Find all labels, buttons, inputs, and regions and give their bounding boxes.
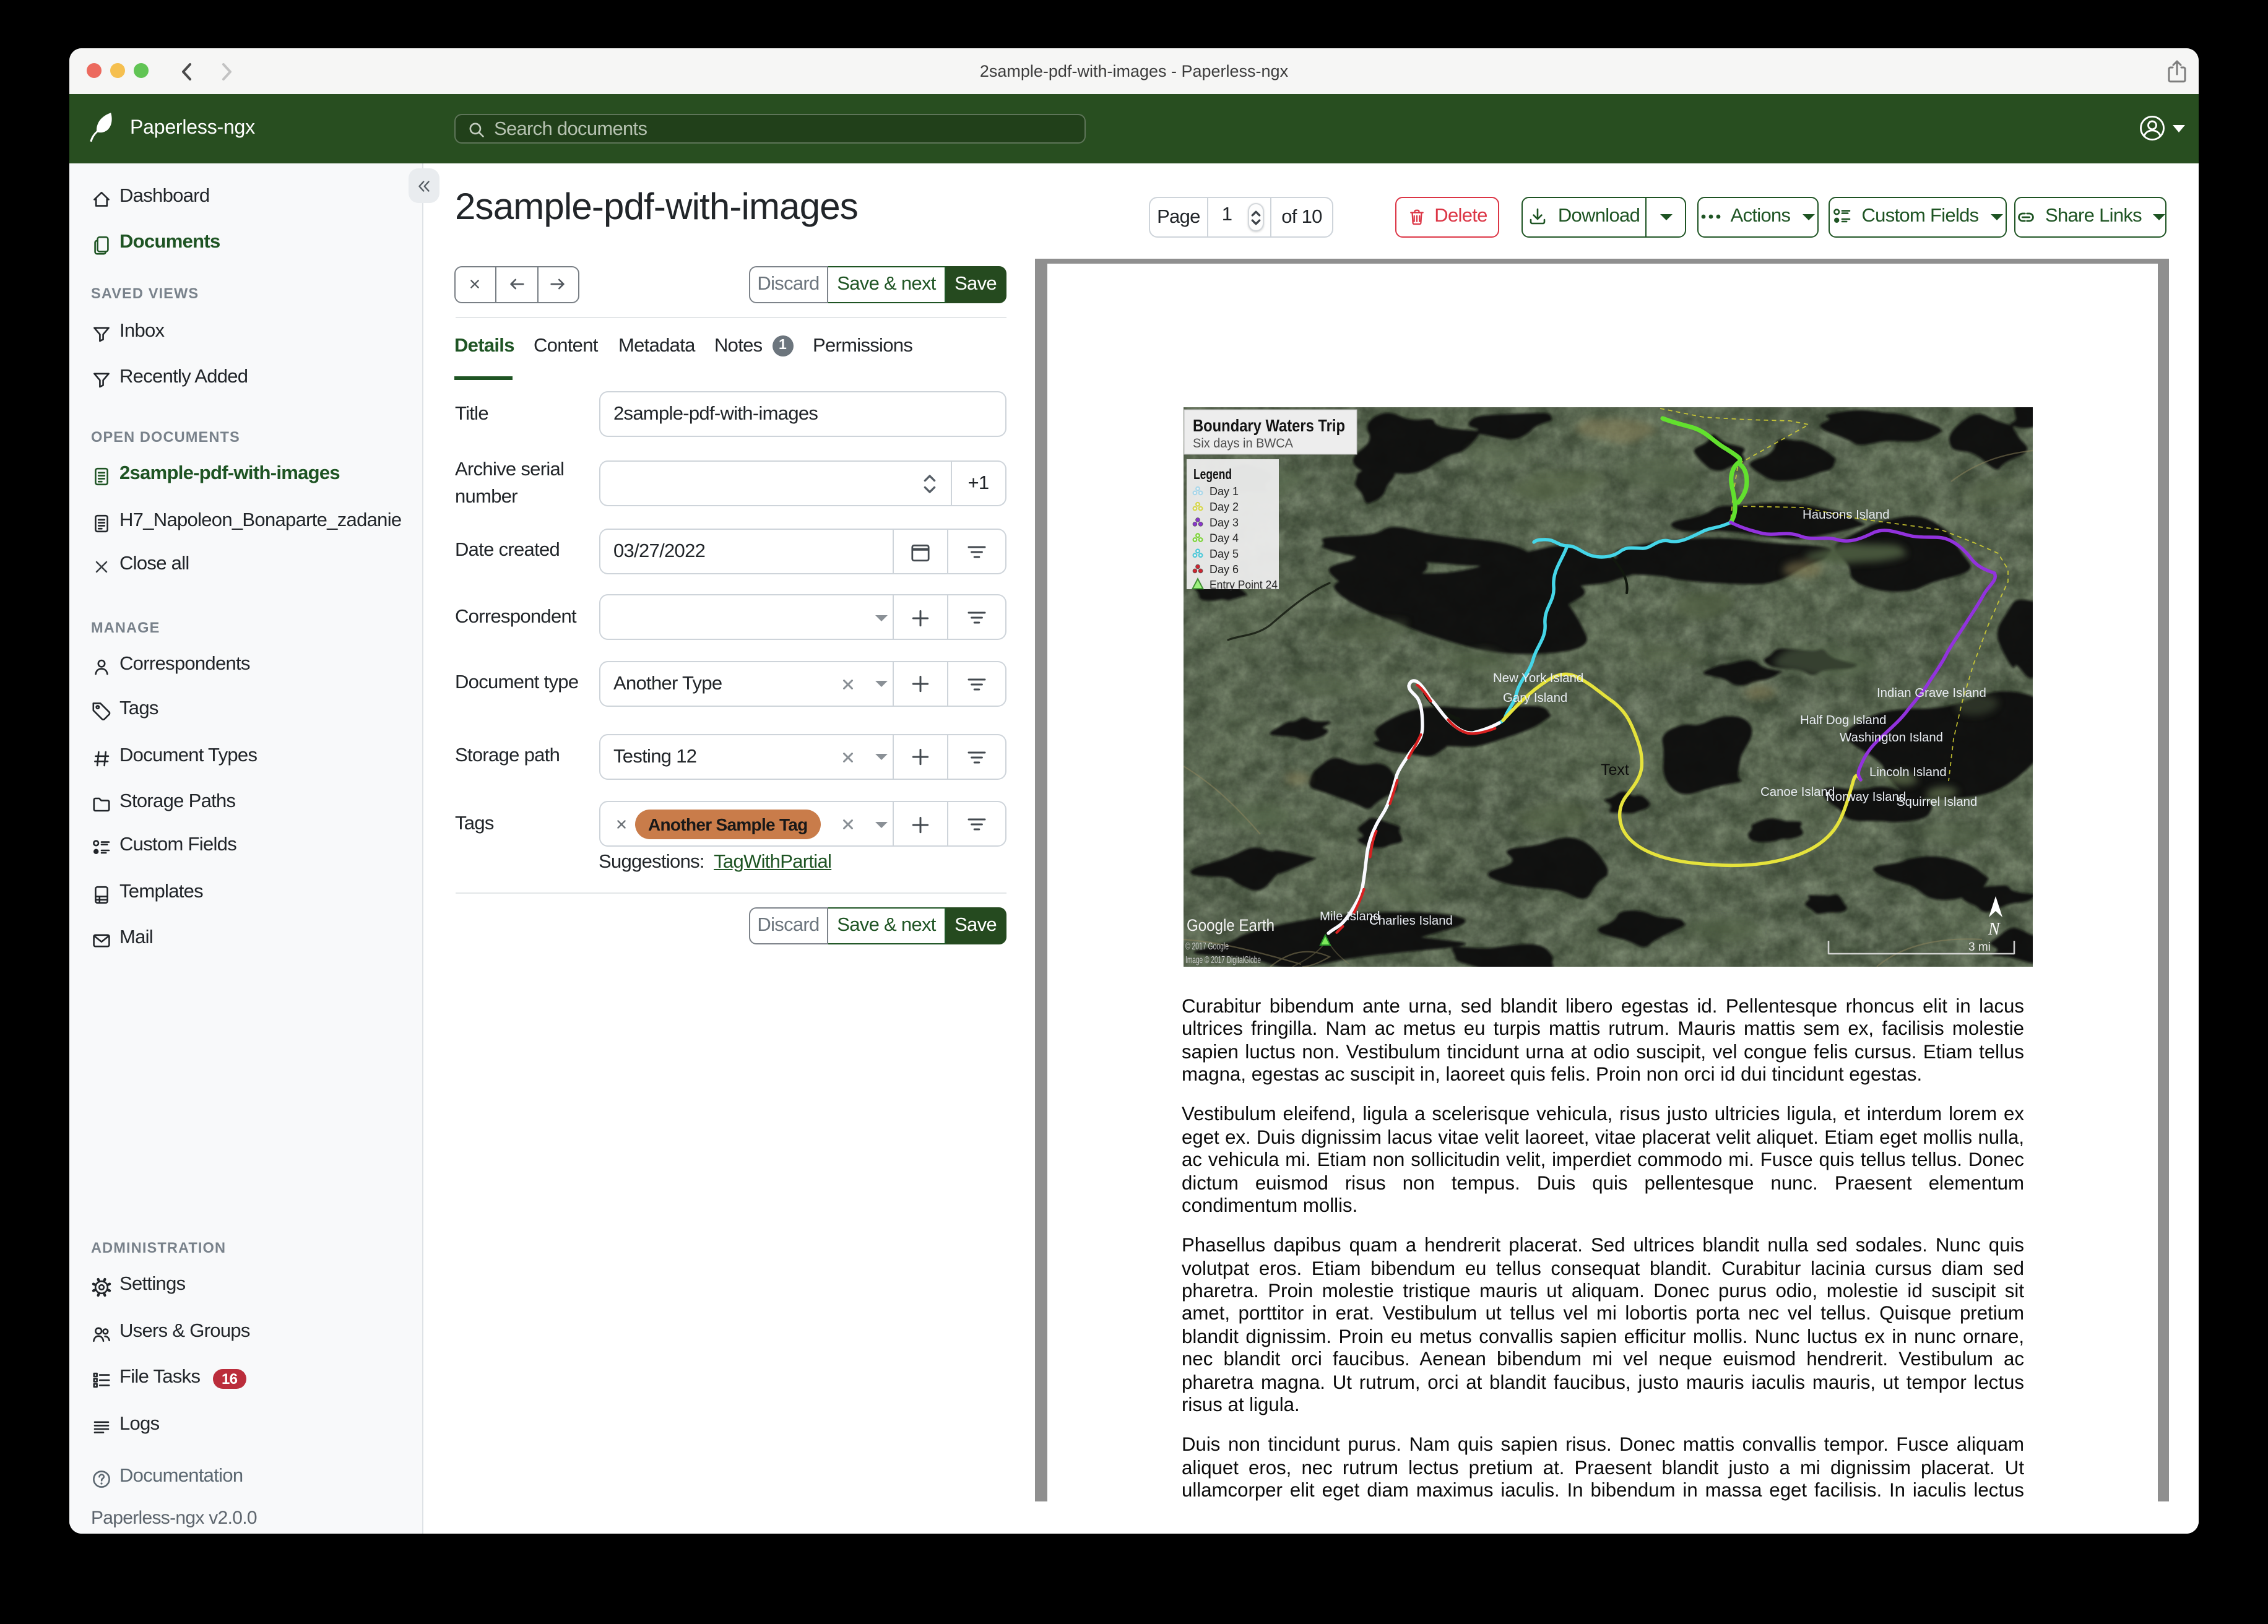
svg-text:Six days in BWCA: Six days in BWCA xyxy=(1192,435,1293,451)
svg-text:Charlies Island: Charlies Island xyxy=(1369,914,1452,928)
svg-text:Day 1: Day 1 xyxy=(1209,485,1238,498)
svg-text:Lincoln Island: Lincoln Island xyxy=(1869,766,1946,779)
svg-text:Day 5: Day 5 xyxy=(1209,547,1238,560)
svg-text:Day 2: Day 2 xyxy=(1209,500,1238,513)
svg-text:New York Island: New York Island xyxy=(1492,672,1583,685)
svg-text:Legend: Legend xyxy=(1193,466,1231,482)
svg-text:Day 6: Day 6 xyxy=(1209,563,1238,576)
svg-text:Text: Text xyxy=(1600,761,1629,779)
svg-text:3 mi: 3 mi xyxy=(1968,941,1990,954)
svg-text:Day 3: Day 3 xyxy=(1209,516,1238,529)
svg-text:Gary Island: Gary Island xyxy=(1502,691,1567,705)
svg-text:Canoe Island: Canoe Island xyxy=(1760,785,1834,799)
svg-text:Norway Island: Norway Island xyxy=(1825,790,1905,804)
svg-text:Squirrel Island: Squirrel Island xyxy=(1896,795,1976,809)
svg-text:© 2017 Google: © 2017 Google xyxy=(1185,941,1228,952)
svg-text:Washington Island: Washington Island xyxy=(1839,731,1942,745)
svg-text:Day 4: Day 4 xyxy=(1209,532,1238,545)
svg-text:Half Dog Island: Half Dog Island xyxy=(1799,714,1885,727)
svg-text:Google Earth: Google Earth xyxy=(1186,916,1274,935)
svg-text:N: N xyxy=(1987,920,2000,939)
svg-text:Indian Grave Island: Indian Grave Island xyxy=(1876,686,1986,700)
svg-text:Entry Point 24: Entry Point 24 xyxy=(1209,578,1277,591)
svg-text:Hausons Island: Hausons Island xyxy=(1802,508,1889,522)
svg-text:Image © 2017 DigitalGlobe: Image © 2017 DigitalGlobe xyxy=(1185,955,1260,965)
svg-text:Boundary Waters Trip: Boundary Waters Trip xyxy=(1192,416,1344,435)
